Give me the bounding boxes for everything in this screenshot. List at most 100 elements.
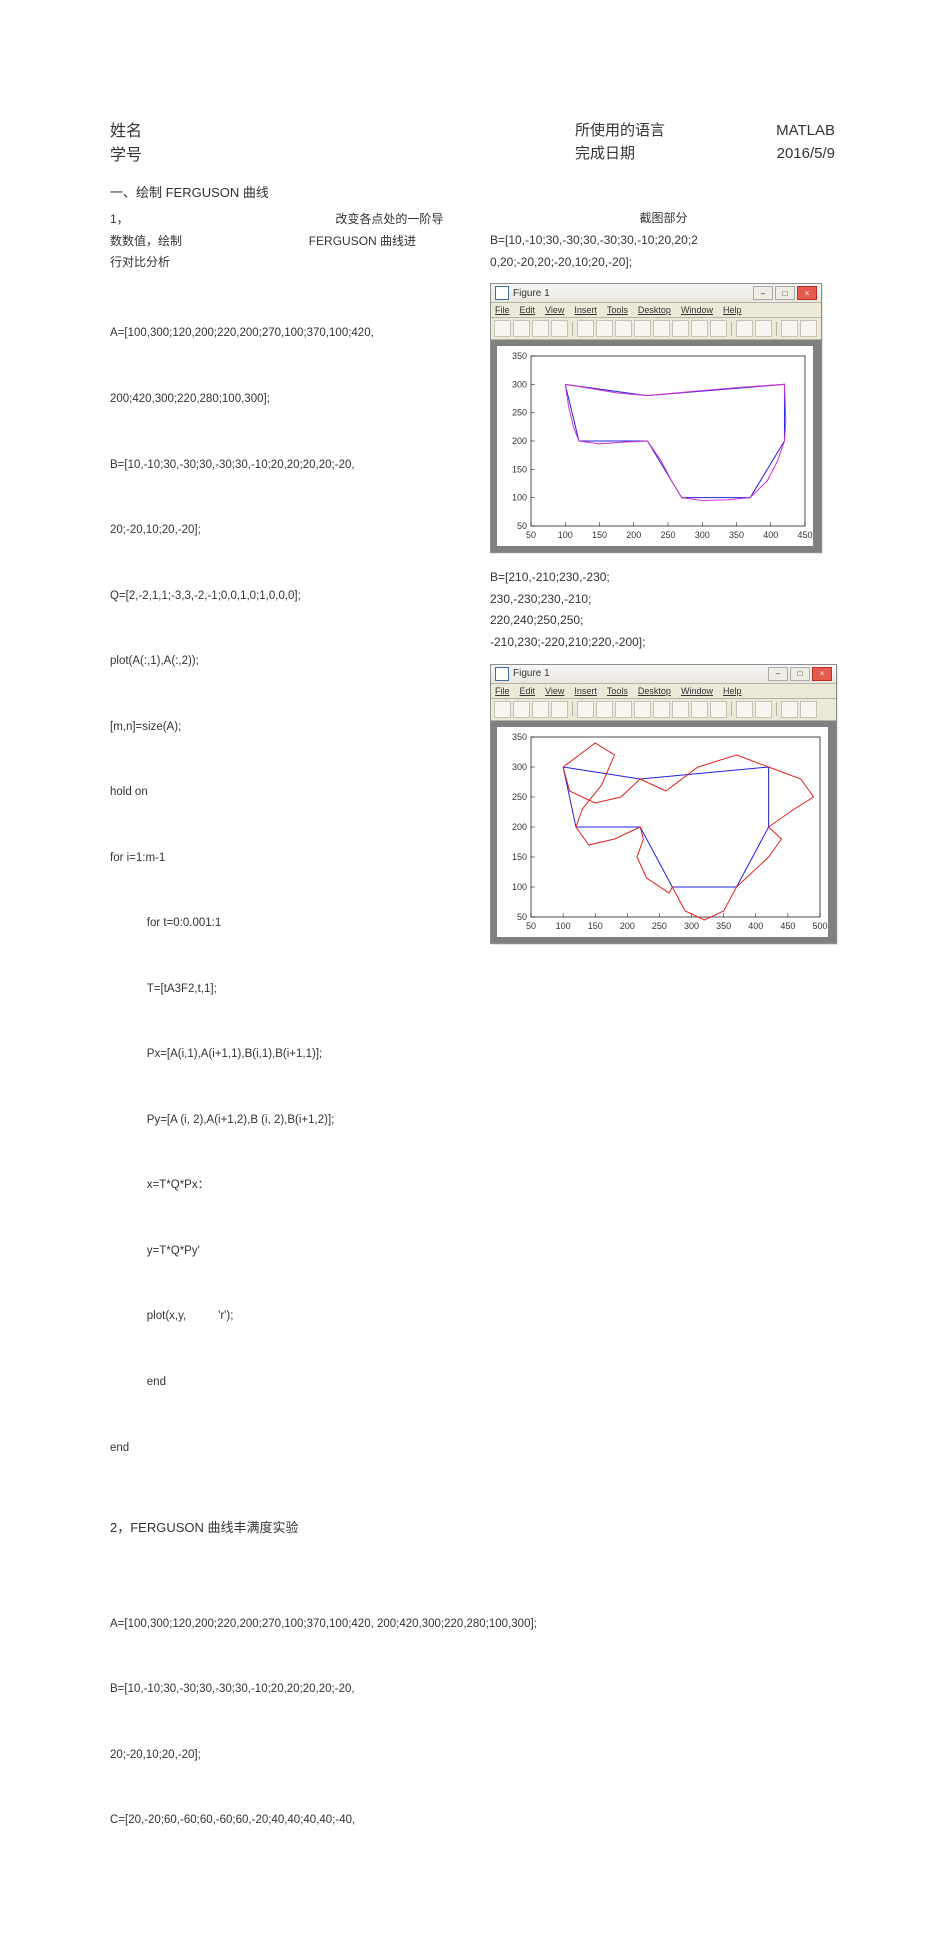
b1-line2: 0,20;-20,20;-20,10;20,-20]; [490,252,837,274]
tool-pan-icon[interactable] [634,701,651,718]
menu-file[interactable]: File [495,686,510,696]
tool-rotate-icon[interactable] [653,320,670,337]
chart-1: 5010015020025030035040045050100150200250… [497,346,813,546]
menu-file[interactable]: File [495,305,510,315]
p1-l2a: 数数值，绘制 [110,234,182,248]
menu-insert[interactable]: Insert [574,686,597,696]
two-column-layout: 1， 改变各点处的一阶导 数数值，绘制 FERGUSON 曲线进 行对比分析 A… [110,209,835,1503]
tool-new-icon[interactable] [494,701,511,718]
code-line: C=[20,-20;60,-60;60,-60;60,-20;40,40;40,… [110,1810,835,1832]
code-block-2: A=[100,300;120,200;220,200;270,100;370,1… [110,1570,835,1876]
svg-text:300: 300 [695,530,710,540]
tool-show-icon[interactable] [800,701,817,718]
tool-new-icon[interactable] [494,320,511,337]
tool-print-icon[interactable] [551,320,568,337]
menu-desktop[interactable]: Desktop [638,305,671,315]
svg-text:350: 350 [512,732,527,742]
close-button[interactable]: × [812,667,832,681]
menu-desktop[interactable]: Desktop [638,686,671,696]
code-line: A=[100,300;120,200;220,200;270,100;370,1… [110,323,450,345]
p1-line3: 行对比分析 [110,252,450,274]
tool-edit-icon[interactable] [577,701,594,718]
left-column: 1， 改变各点处的一阶导 数数值，绘制 FERGUSON 曲线进 行对比分析 A… [110,209,450,1503]
tool-open-icon[interactable] [513,701,530,718]
tool-brush-icon[interactable] [691,701,708,718]
svg-text:400: 400 [763,530,778,540]
tool-legend-icon[interactable] [755,320,772,337]
code-line: 20;-20,10;20,-20]; [110,1745,835,1767]
close-button[interactable]: × [797,286,817,300]
svg-text:250: 250 [660,530,675,540]
svg-text:150: 150 [512,465,527,475]
svg-text:200: 200 [620,921,635,931]
matlab-figure-window-2: Figure 1 – □ × File Edit View Insert Too… [490,664,837,944]
tool-datacursor-icon[interactable] [672,701,689,718]
tool-save-icon[interactable] [532,701,549,718]
tool-datacursor-icon[interactable] [672,320,689,337]
b2-line2: 230,-230;230,-210; [490,589,837,611]
figure-icon [495,286,509,300]
tool-hide-icon[interactable] [781,701,798,718]
tool-link-icon[interactable] [710,320,727,337]
tool-colorbar-icon[interactable] [736,320,753,337]
right-column: 截图部分 B=[10,-10;30,-30;30,-30;30,-10;20,2… [490,209,837,958]
figure-menubar: File Edit View Insert Tools Desktop Wind… [491,684,836,699]
header-left-block: 姓名 学号 [110,120,142,168]
code-line: end [110,1438,450,1460]
figure-titlebar: Figure 1 – □ × [491,665,836,684]
tool-print-icon[interactable] [551,701,568,718]
code-line: plot(x,y, 'r'); [110,1306,450,1328]
tool-pan-icon[interactable] [634,320,651,337]
b2-line3: 220,240;250,250; [490,610,837,632]
svg-text:450: 450 [797,530,812,540]
code-line: T=[tA3F2,t,1]; [110,979,450,1001]
menu-edit[interactable]: Edit [520,305,536,315]
header-row-lang: 所使用的语言 MATLAB [575,120,835,143]
svg-text:100: 100 [558,530,573,540]
code-line: B=[10,-10;30,-30;30,-30;30,-10;20,20;20,… [110,455,450,477]
menu-insert[interactable]: Insert [574,305,597,315]
tool-edit-icon[interactable] [577,320,594,337]
figure-titlebar: Figure 1 – □ × [491,284,821,303]
tool-colorbar-icon[interactable] [736,701,753,718]
tool-rotate-icon[interactable] [653,701,670,718]
figure-toolbar [491,318,821,340]
maximize-button[interactable]: □ [790,667,810,681]
figure-plot-area: 5010015020025030035040045050100150200250… [491,340,821,552]
tool-show-icon[interactable] [800,320,817,337]
tool-zoomout-icon[interactable] [615,701,632,718]
p1-prefix: 1， [110,212,129,226]
minimize-button[interactable]: – [768,667,788,681]
tool-hide-icon[interactable] [781,320,798,337]
menu-edit[interactable]: Edit [520,686,536,696]
tool-zoomin-icon[interactable] [596,701,613,718]
menu-help[interactable]: Help [723,686,742,696]
code-line: [m,n]=size(A); [110,717,450,739]
tool-zoomout-icon[interactable] [615,320,632,337]
menu-help[interactable]: Help [723,305,742,315]
code-line: for i=1:m-1 [110,848,450,870]
menu-view[interactable]: View [545,686,564,696]
tool-link-icon[interactable] [710,701,727,718]
code-line: for t=0:0.001:1 [110,913,450,935]
tool-save-icon[interactable] [532,320,549,337]
tool-zoomin-icon[interactable] [596,320,613,337]
chart-2: 5010015020025030035040045050050100150200… [497,727,828,937]
menu-view[interactable]: View [545,305,564,315]
menu-tools[interactable]: Tools [607,305,628,315]
minimize-button[interactable]: – [753,286,773,300]
svg-text:300: 300 [684,921,699,931]
maximize-button[interactable]: □ [775,286,795,300]
tool-legend-icon[interactable] [755,701,772,718]
tool-brush-icon[interactable] [691,320,708,337]
menu-tools[interactable]: Tools [607,686,628,696]
menu-window[interactable]: Window [681,686,713,696]
doc-header: 姓名 学号 所使用的语言 MATLAB 完成日期 2016/5/9 [110,120,835,168]
tool-open-icon[interactable] [513,320,530,337]
svg-text:400: 400 [748,921,763,931]
menu-window[interactable]: Window [681,305,713,315]
svg-text:200: 200 [512,822,527,832]
svg-text:350: 350 [716,921,731,931]
toolbar-separator [572,702,573,716]
header-right-block: 所使用的语言 MATLAB 完成日期 2016/5/9 [575,120,835,165]
